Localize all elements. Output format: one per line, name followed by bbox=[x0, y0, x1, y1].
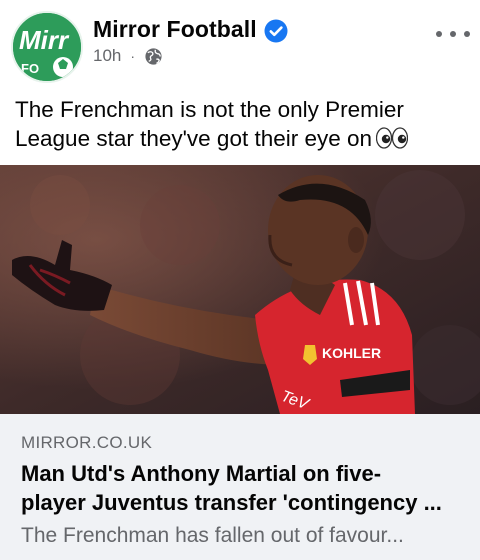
globe-icon[interactable] bbox=[144, 47, 163, 66]
link-title: Man Utd's Anthony Martial on five- playe… bbox=[21, 459, 461, 517]
mirror-football-logo-icon: Mirr FO bbox=[13, 13, 81, 81]
link-domain: MIRROR.CO.UK bbox=[21, 433, 153, 452]
page-name[interactable]: Mirror Football bbox=[93, 16, 257, 43]
meta-separator: · bbox=[130, 48, 136, 64]
link-image[interactable]: KOHLER TeV bbox=[0, 165, 480, 414]
more-options-button[interactable] bbox=[436, 22, 470, 46]
verified-badge-icon bbox=[264, 19, 288, 43]
link-preview-card[interactable]: MIRROR.CO.UK Man Utd's Anthony Martial o… bbox=[0, 414, 480, 560]
svg-text:FO: FO bbox=[21, 61, 39, 76]
post-message: The Frenchman is not the only Premier Le… bbox=[15, 97, 404, 151]
more-options-icon bbox=[436, 31, 442, 37]
link-description: The Frenchman has fallen out of favour..… bbox=[21, 524, 404, 547]
eyes-emoji-icon bbox=[376, 127, 409, 149]
post-header: Mirr FO Mirror Football 10h · bbox=[0, 0, 480, 88]
footballer-photo-icon: KOHLER TeV bbox=[0, 165, 480, 414]
page-avatar[interactable]: Mirr FO bbox=[11, 11, 83, 83]
link-title-line-2: player Juventus transfer 'contingency ..… bbox=[21, 490, 442, 515]
post-meta: 10h · bbox=[93, 46, 163, 66]
svg-text:KOHLER: KOHLER bbox=[322, 345, 381, 361]
svg-text:Mirr: Mirr bbox=[19, 25, 70, 55]
post-timestamp[interactable]: 10h bbox=[93, 46, 121, 66]
link-title-line-1: Man Utd's Anthony Martial on five- bbox=[21, 461, 382, 486]
post-text: The Frenchman is not the only Premier Le… bbox=[15, 95, 470, 153]
